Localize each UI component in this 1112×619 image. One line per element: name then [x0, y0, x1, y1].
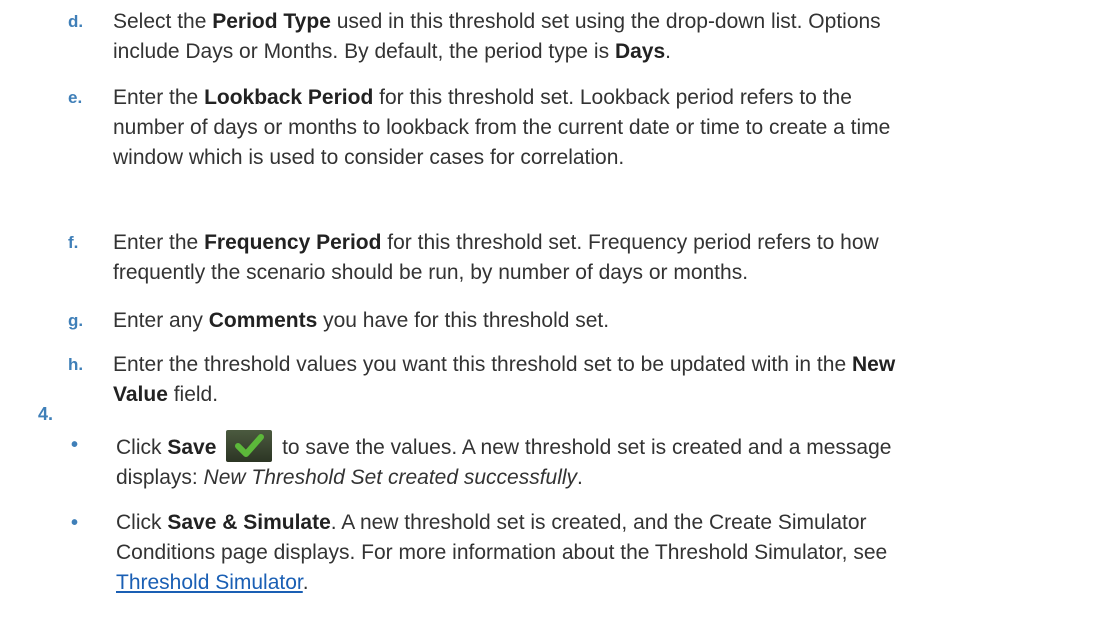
text-line: include Days or Months. By default, the …: [113, 40, 671, 63]
bold-term: New: [851, 353, 896, 376]
list-marker: •: [71, 434, 79, 456]
bullet-item-2: • Click Save & Simulate. A new threshold …: [68, 508, 1108, 598]
list-marker: d.: [68, 12, 84, 31]
text-line: Conditions page displays. For more infor…: [116, 541, 888, 564]
list-item-text: Click Save to save the values. A new thr…: [116, 430, 1108, 493]
message-text: New Threshold Set created successfully: [203, 466, 578, 489]
text-line: Threshold Simulator.: [116, 571, 309, 594]
bold-term: Frequency Period: [204, 231, 382, 254]
bold-term: Period Type: [212, 10, 331, 33]
list-item-text: Enter the threshold values you want this…: [113, 350, 1105, 410]
text-line: displays: New Threshold Set created succ…: [116, 466, 583, 489]
substep-g: g. Enter any Comments you have for this t…: [65, 306, 1105, 336]
list-marker: e.: [68, 88, 83, 107]
step-number-4: 4.: [38, 404, 54, 424]
bullet-item-1: • Click Save to save the values. A new th…: [68, 430, 1108, 493]
bold-term: Value: [113, 383, 168, 406]
text-line: Click Save & Simulate. A new threshold s…: [116, 511, 867, 534]
text-line: Enter the Frequency Period for this thre…: [113, 231, 879, 254]
list-marker: f.: [68, 233, 79, 252]
text-line: Enter the threshold values you want this…: [113, 353, 896, 376]
text-line: Select the Period Type used in this thre…: [113, 10, 881, 33]
document-body: d. Select the Period Type used in this th…: [0, 0, 1112, 619]
substep-e: e. Enter the Lookback Period for this thr…: [65, 83, 1105, 173]
substep-f: f. Enter the Frequency Period for this th…: [65, 228, 1105, 288]
list-item-text: Click Save & Simulate. A new threshold s…: [116, 508, 1108, 598]
save-check-icon: [226, 430, 273, 462]
bold-term: Save & Simulate: [167, 511, 331, 534]
list-item-text: Enter any Comments you have for this thr…: [113, 306, 1105, 336]
bold-term: Save: [167, 436, 217, 459]
substep-h: h. Enter the threshold values you want th…: [65, 350, 1105, 410]
text-line: Enter any Comments you have for this thr…: [113, 309, 610, 332]
bold-term: Lookback Period: [204, 86, 374, 109]
list-marker: h.: [68, 355, 84, 374]
list-item-text: Enter the Lookback Period for this thres…: [113, 83, 1105, 173]
text-line: Enter the Lookback Period for this thres…: [113, 86, 852, 109]
text-line: Value field.: [113, 383, 219, 406]
substep-d: d. Select the Period Type used in this th…: [65, 7, 1105, 67]
list-marker: •: [71, 512, 79, 534]
threshold-simulator-link[interactable]: Threshold Simulator: [116, 571, 303, 594]
bold-term: Days: [614, 40, 666, 63]
text-line: number of days or months to lookback fro…: [113, 116, 891, 139]
list-marker: g.: [68, 311, 84, 330]
list-item-text: Select the Period Type used in this thre…: [113, 7, 1105, 67]
bold-term: Comments: [208, 309, 318, 332]
list-item-text: Enter the Frequency Period for this thre…: [113, 228, 1105, 288]
text-line: window which is used to consider cases f…: [113, 146, 625, 169]
text-line: frequently the scenario should be run, b…: [113, 261, 749, 284]
text-line: Click Save to save the values. A new thr…: [116, 430, 1108, 463]
